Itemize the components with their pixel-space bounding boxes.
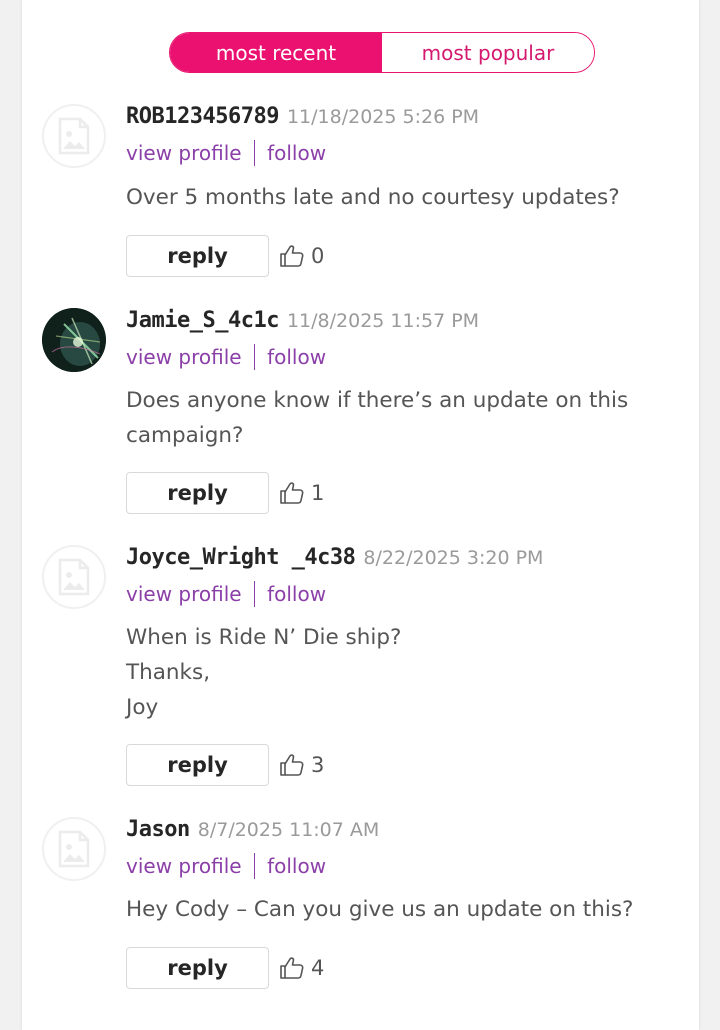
thumbs-up-icon[interactable]	[279, 753, 305, 777]
username[interactable]: Jason	[126, 817, 190, 842]
like-control: 1	[279, 481, 324, 505]
reply-button[interactable]: reply	[126, 947, 269, 989]
comment-actions: reply 4	[126, 947, 324, 989]
avatar[interactable]	[42, 104, 106, 168]
username[interactable]: Jamie_S_4c1c	[126, 308, 279, 333]
follow-link[interactable]: follow	[267, 854, 326, 878]
comment-header: Jamie_S_4c1c 11/8/2025 11:57 PM	[126, 308, 479, 333]
sort-toggle: most recent most popular	[169, 32, 595, 73]
timestamp: 8/22/2025 3:20 PM	[363, 547, 544, 569]
timestamp: 11/8/2025 11:57 PM	[286, 310, 480, 332]
timestamp: 11/18/2025 5:26 PM	[286, 106, 480, 128]
view-profile-link[interactable]: view profile	[126, 141, 242, 165]
view-profile-link[interactable]: view profile	[126, 854, 242, 878]
placeholder-image-icon	[58, 830, 90, 868]
divider	[253, 344, 256, 370]
view-profile-link[interactable]: view profile	[126, 345, 242, 369]
profile-links: view profile follow	[126, 344, 326, 370]
follow-link[interactable]: follow	[267, 582, 326, 606]
thumbs-up-icon[interactable]	[279, 956, 305, 980]
comment-body: Hey Cody – Can you give us an update on …	[126, 897, 634, 922]
divider	[253, 581, 256, 607]
comment-line: Joy	[126, 695, 159, 720]
reply-button[interactable]: reply	[126, 472, 269, 514]
comment-header: Joyce_Wright _4c38 8/22/2025 3:20 PM	[126, 545, 543, 570]
sort-most-recent-button[interactable]: most recent	[170, 33, 382, 72]
like-count: 1	[311, 481, 325, 505]
comment-actions: reply 3	[126, 744, 324, 786]
reply-button[interactable]: reply	[126, 235, 269, 277]
view-profile-link[interactable]: view profile	[126, 582, 242, 606]
divider	[253, 853, 256, 879]
like-control: 3	[279, 753, 324, 777]
user-photo	[42, 308, 106, 372]
thumbs-up-icon[interactable]	[279, 481, 305, 505]
reply-button[interactable]: reply	[126, 744, 269, 786]
comment-actions: reply 0	[126, 235, 324, 277]
comment-body: Does anyone know if there’s an update on…	[126, 388, 629, 448]
comment-actions: reply 1	[126, 472, 324, 514]
comment-line: When is Ride N’ Die ship?	[126, 625, 402, 650]
comment-body: When is Ride N’ Die ship? Thanks, Joy	[126, 620, 681, 725]
comment-header: Jason 8/7/2025 11:07 AM	[126, 817, 379, 842]
comment-line: Thanks,	[126, 660, 211, 685]
profile-links: view profile follow	[126, 581, 326, 607]
like-control: 4	[279, 956, 324, 980]
like-count: 4	[311, 956, 325, 980]
comment-body: Over 5 months late and no courtesy updat…	[126, 185, 620, 210]
comments-panel: most recent most popular ROB123456789 11/…	[22, 0, 699, 1030]
like-count: 0	[311, 244, 325, 268]
thumbs-up-icon[interactable]	[279, 244, 305, 268]
username[interactable]: ROB123456789	[126, 104, 279, 129]
timestamp: 8/7/2025 11:07 AM	[197, 819, 380, 841]
profile-links: view profile follow	[126, 140, 326, 166]
avatar[interactable]	[42, 308, 106, 372]
profile-links: view profile follow	[126, 853, 326, 879]
divider	[253, 140, 256, 166]
avatar[interactable]	[42, 545, 106, 609]
placeholder-image-icon	[58, 117, 90, 155]
username[interactable]: Joyce_Wright _4c38	[126, 545, 356, 570]
like-control: 0	[279, 244, 324, 268]
sort-most-popular-button[interactable]: most popular	[382, 33, 594, 72]
like-count: 3	[311, 753, 325, 777]
follow-link[interactable]: follow	[267, 345, 326, 369]
placeholder-image-icon	[58, 558, 90, 596]
follow-link[interactable]: follow	[267, 141, 326, 165]
avatar[interactable]	[42, 817, 106, 881]
comment-header: ROB123456789 11/18/2025 5:26 PM	[126, 104, 479, 129]
